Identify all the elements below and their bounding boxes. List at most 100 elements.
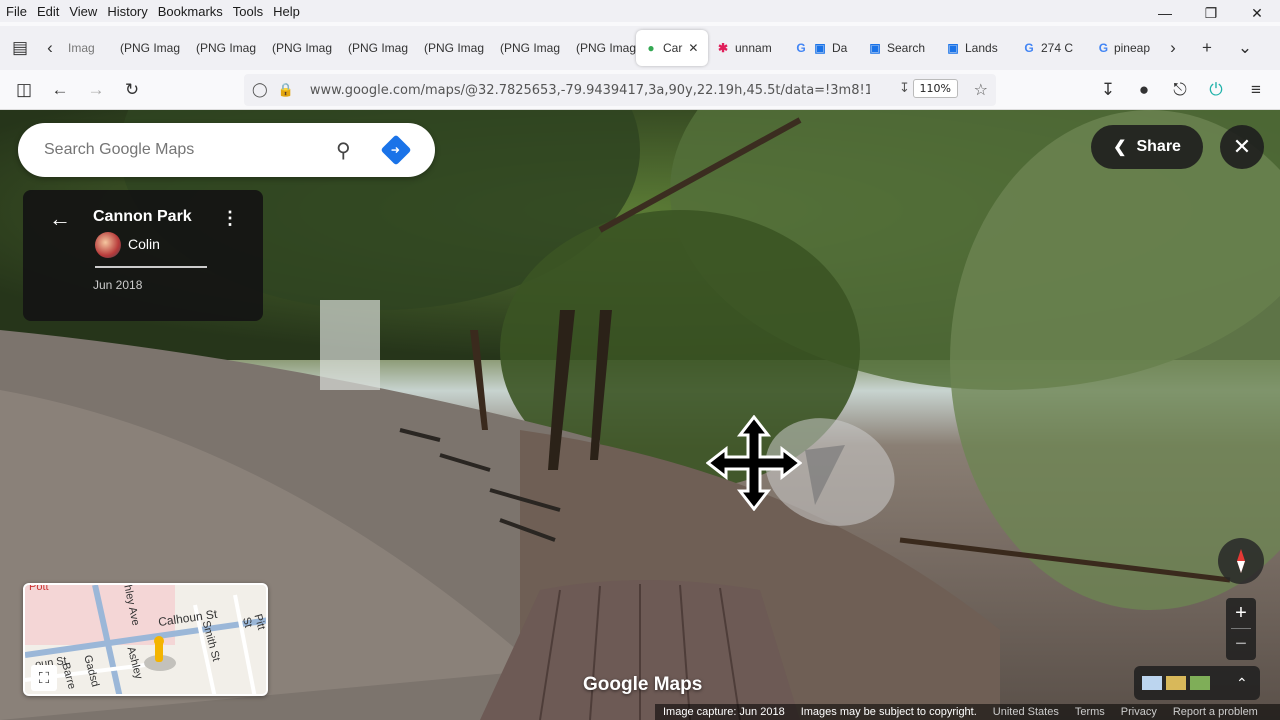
tab-label: 274 C [1041, 41, 1074, 55]
power-icon[interactable]: ⏻ [1198, 74, 1234, 106]
tab-item[interactable]: ▣ Search [860, 30, 938, 66]
terms-link[interactable]: Terms [1075, 706, 1105, 718]
tab-item[interactable]: G ▣ Da [786, 30, 860, 66]
back-icon[interactable]: ← [42, 74, 78, 106]
search-box[interactable]: ⚲ ➜ [18, 123, 435, 177]
restore-icon[interactable]: ❐ [1188, 0, 1234, 26]
layer-switcher[interactable]: ⌃ [1134, 666, 1260, 700]
region-link[interactable]: United States [993, 706, 1059, 718]
tab-item[interactable]: (PNG Imag [264, 30, 340, 66]
tab-label: unnam [735, 41, 772, 55]
zoom-controls: + − [1226, 598, 1256, 660]
tab-item[interactable]: Imag [60, 30, 112, 66]
tab-item[interactable]: (PNG Imag [492, 30, 568, 66]
report-problem-link[interactable]: Report a problem [1173, 706, 1258, 718]
tab-item[interactable]: (PNG Imag [112, 30, 188, 66]
tab-label: Lands [965, 41, 998, 55]
address-bar[interactable]: ◯ 🔒 www.google.com/maps/@32.7825653,-79.… [244, 74, 996, 106]
tab-label: (PNG Imag [500, 41, 561, 55]
fullscreen-icon[interactable]: ⛶ [31, 665, 57, 691]
tab-list-icon[interactable]: ⌄ [1226, 32, 1264, 64]
tab-item[interactable]: ▣ Lands [938, 30, 1014, 66]
google-icon: G [1098, 41, 1109, 55]
tab-active-maps[interactable]: ● Car ✕ [636, 30, 708, 66]
app-menu-icon[interactable]: ≡ [1238, 74, 1274, 106]
menu-tools[interactable]: Tools [233, 4, 263, 19]
reload-icon[interactable]: ↻ [114, 74, 150, 106]
new-tab-icon[interactable]: + [1188, 32, 1226, 64]
place-title: Cannon Park [93, 208, 192, 225]
tab-scroll-right-icon[interactable]: › [1158, 32, 1188, 64]
zoom-out-icon[interactable]: − [1226, 629, 1256, 659]
account-icon[interactable]: ● [1126, 74, 1162, 106]
tab-item[interactable]: ✱ unnam [708, 30, 786, 66]
bing-icon: ▣ [814, 41, 826, 55]
tab-item[interactable]: (PNG Imag [568, 30, 636, 66]
tab-close-icon[interactable]: ✕ [688, 41, 698, 55]
street-label: Pott [29, 583, 49, 593]
sidebar-icon[interactable]: ◫ [6, 74, 42, 106]
layer-thumb-satellite[interactable] [1190, 676, 1210, 690]
menu-bookmarks[interactable]: Bookmarks [158, 4, 223, 19]
shield-icon[interactable]: ◯ [252, 82, 268, 98]
tab-label: (PNG Imag [272, 41, 333, 55]
tab-bar: ▤ ‹ Imag (PNG Imag (PNG Imag (PNG Imag (… [0, 26, 1280, 70]
capture-date: Jun 2018 [93, 278, 143, 292]
share-label: Share [1136, 138, 1181, 155]
extensions-icon[interactable]: ⎋ [1162, 74, 1198, 106]
street-view-panorama[interactable]: ⚲ ➜ ← Cannon Park ⋮ Colin Jun 2018 ❮ Sha… [0, 110, 1280, 720]
search-input[interactable] [44, 141, 314, 159]
menu-file[interactable]: File [6, 4, 27, 19]
menu-bar: File Edit View History Bookmarks Tools H… [0, 0, 1280, 22]
forward-icon[interactable]: → [78, 74, 114, 106]
tab-item[interactable]: (PNG Imag [188, 30, 264, 66]
nav-bar: ◫ ← → ↻ ◯ 🔒 www.google.com/maps/@32.7825… [0, 70, 1280, 110]
zoom-level[interactable]: 110% [912, 79, 958, 98]
close-streetview-button[interactable]: ✕ [1220, 125, 1264, 169]
save-page-icon[interactable]: ↧ [899, 81, 910, 96]
tab-item[interactable]: (PNG Imag [340, 30, 416, 66]
expand-up-icon[interactable]: ⌃ [1236, 675, 1248, 692]
layer-thumb-map[interactable] [1142, 676, 1162, 690]
tab-label: pineap [1113, 41, 1150, 55]
privacy-link[interactable]: Privacy [1121, 706, 1157, 718]
author-name[interactable]: Colin [128, 236, 160, 252]
layer-thumb-terrain[interactable] [1166, 676, 1186, 690]
directions-icon[interactable]: ➜ [380, 134, 412, 166]
compass-icon[interactable] [1218, 538, 1264, 584]
move-cursor-icon [705, 414, 803, 512]
close-icon: ✕ [1232, 134, 1252, 159]
tab-label: Search [887, 41, 926, 55]
attribution-bar: Image capture: Jun 2018 Images may be su… [655, 704, 1280, 720]
menu-view[interactable]: View [69, 4, 97, 19]
share-button[interactable]: ❮ Share [1091, 125, 1203, 169]
tab-label: (PNG Imag [120, 41, 181, 55]
lock-icon[interactable]: 🔒 [278, 83, 294, 98]
minimap[interactable]: Calhoun St Smith St Pitt St Ashley Ave A… [23, 583, 268, 696]
image-capture-date: Image capture: Jun 2018 [663, 706, 785, 718]
tab-scroll-left-icon[interactable]: ‹ [40, 32, 60, 64]
menu-history[interactable]: History [107, 4, 147, 19]
tab-item[interactable]: Gpineap [1090, 30, 1158, 66]
bookmark-star-icon[interactable]: ☆ [974, 80, 988, 99]
tab-label: (PNG Imag [424, 41, 485, 55]
google-icon: G [1024, 41, 1034, 55]
tab-item[interactable]: G 274 C [1014, 30, 1090, 66]
url-text[interactable]: www.google.com/maps/@32.7825653,-79.9439… [310, 83, 870, 98]
more-options-icon[interactable]: ⋮ [221, 208, 239, 229]
tab-label: (PNG Imag [348, 41, 409, 55]
google-icon: G [796, 41, 806, 55]
minimize-icon[interactable]: — [1142, 0, 1188, 26]
menu-help[interactable]: Help [273, 4, 300, 19]
tab-label: Imag [68, 41, 95, 55]
close-window-icon[interactable]: ✕ [1234, 0, 1280, 26]
tab-overview-icon[interactable]: ▤ [0, 32, 40, 64]
menu-edit[interactable]: Edit [37, 4, 59, 19]
search-icon[interactable]: ⚲ [336, 138, 351, 163]
tab-item[interactable]: (PNG Imag [416, 30, 492, 66]
back-arrow-icon[interactable]: ← [49, 206, 71, 232]
avatar[interactable] [95, 232, 121, 258]
downloads-icon[interactable]: ↧ [1090, 74, 1126, 106]
zoom-in-icon[interactable]: + [1226, 598, 1256, 628]
bing-icon: ▣ [869, 41, 881, 55]
